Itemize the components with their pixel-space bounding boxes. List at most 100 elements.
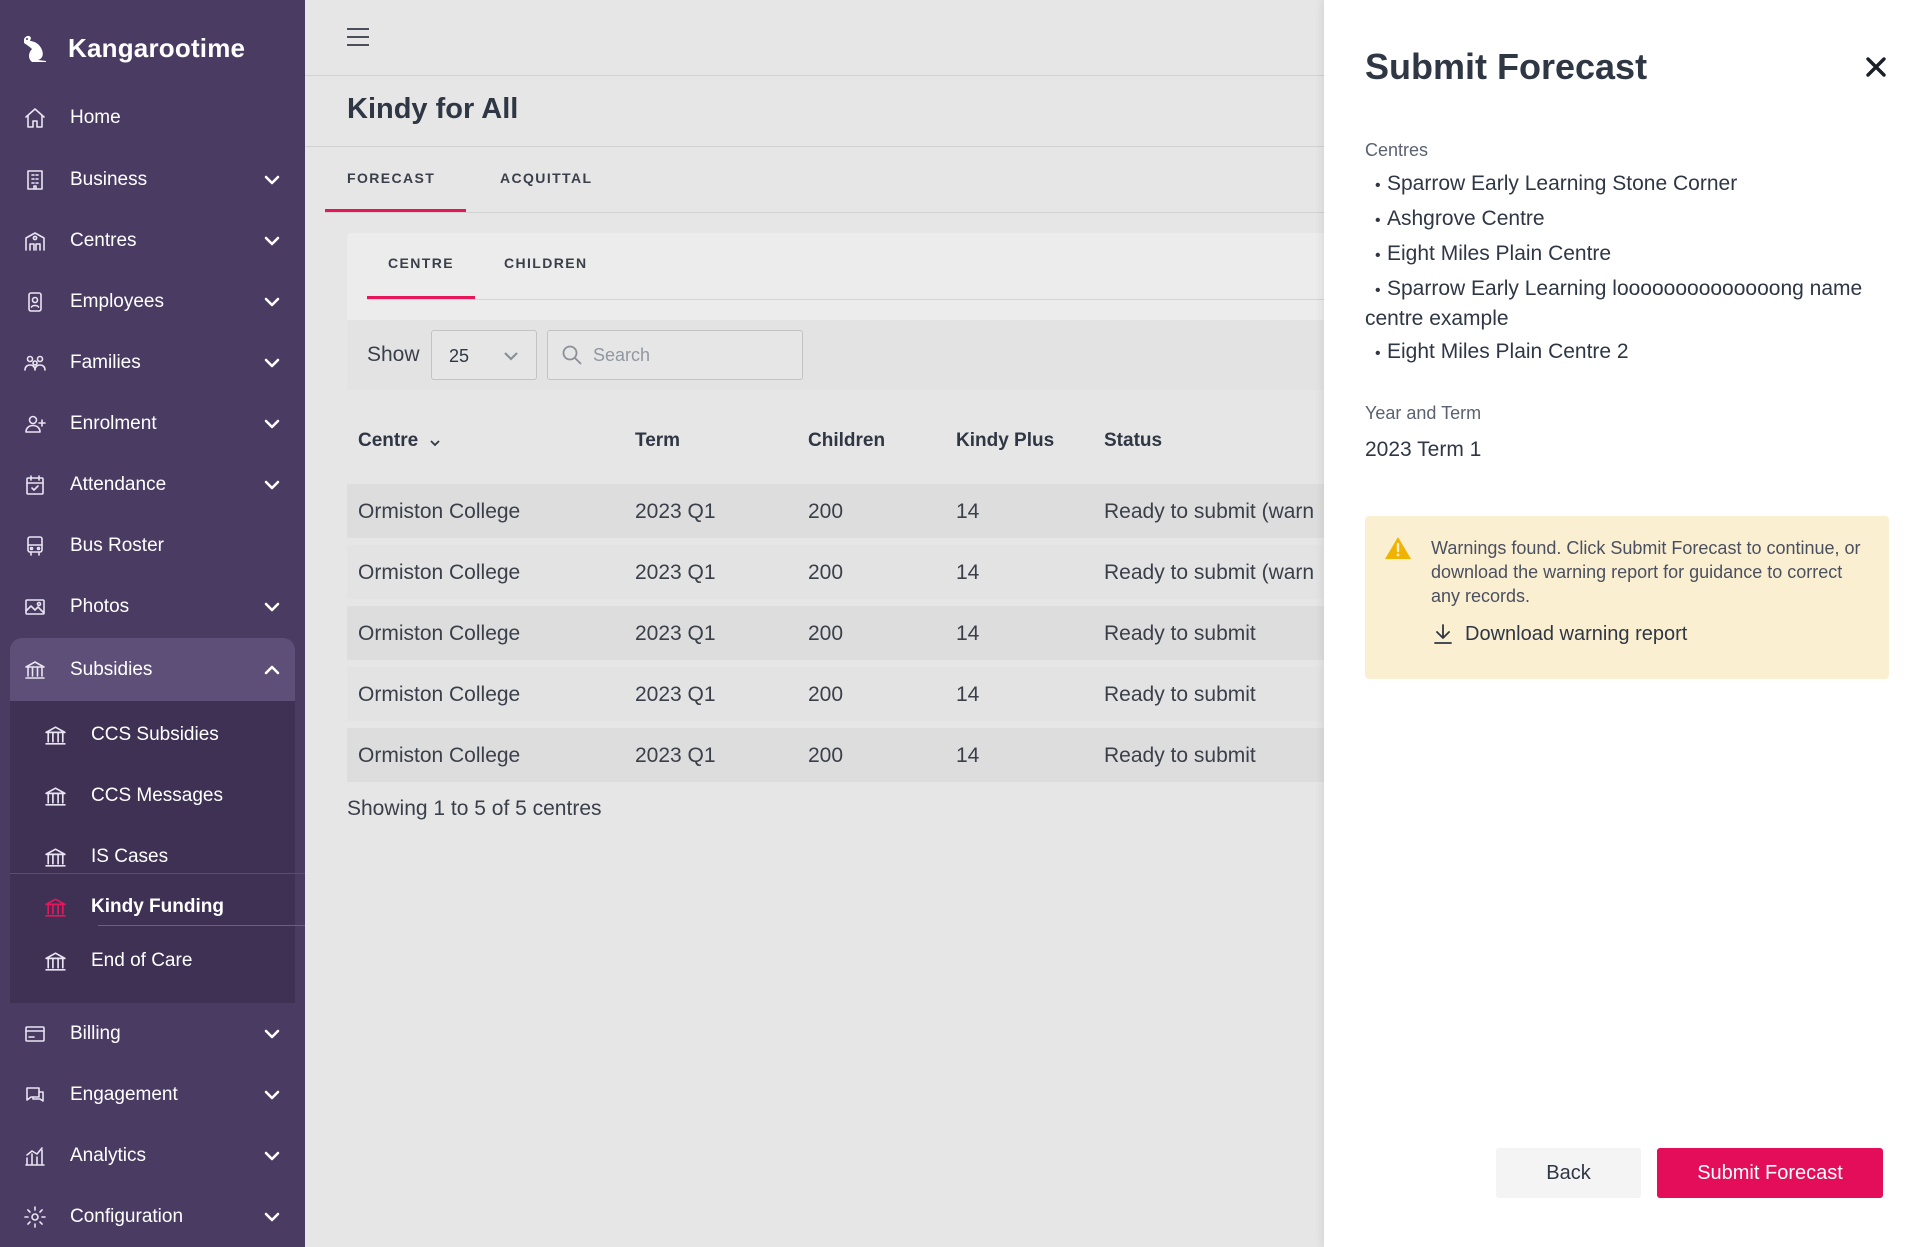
analytics-icon (22, 1143, 48, 1169)
family-icon (22, 350, 48, 376)
term-label: Year and Term (1365, 403, 1482, 423)
sidebar-item-billing[interactable]: Billing (10, 1005, 295, 1063)
submit-forecast-button[interactable]: Submit Forecast (1657, 1148, 1883, 1198)
submenu-item-label: Kindy Funding (91, 896, 224, 917)
tab-forecast[interactable]: FORECAST (325, 160, 466, 212)
submenu-item-ccs-subsidies[interactable]: CCS Subsidies (10, 707, 295, 763)
cell-term: 2023 Q1 (635, 500, 716, 523)
search-field[interactable] (547, 330, 803, 380)
drawer-title: Submit Forecast (1365, 46, 1648, 87)
centres-list: • Sparrow Early Learning Stone Corner • As… (1365, 170, 1900, 373)
bank-icon (22, 657, 48, 683)
sidebar-item-families[interactable]: Families (10, 334, 295, 392)
submenu-item-kindy-funding[interactable]: Kindy Funding (10, 879, 295, 935)
chevron-down-icon (261, 1023, 283, 1045)
column-header-term[interactable]: Term (635, 430, 680, 452)
brand[interactable]: Kangarootime (18, 28, 245, 68)
tab-children[interactable]: CHILDREN (483, 233, 609, 299)
image-icon (22, 594, 48, 620)
chevron-down-icon (261, 413, 283, 435)
cell-kindy-plus: 14 (956, 500, 980, 523)
sidebar-item-subsidies[interactable]: Subsidies (10, 638, 295, 701)
cell-kindy-plus: 14 (956, 744, 980, 767)
tab-acquittal[interactable]: ACQUITTAL (478, 160, 614, 212)
sidebar-item-engagement[interactable]: Engagement (10, 1066, 295, 1124)
close-icon[interactable] (1864, 55, 1888, 79)
sidebar-item-photos[interactable]: Photos (10, 578, 295, 636)
chevron-up-icon (261, 659, 283, 681)
download-warning-report-link[interactable]: Download warning report (1431, 620, 1687, 648)
cell-term: 2023 Q1 (635, 622, 716, 645)
cell-status: Ready to submit (1104, 683, 1256, 706)
sidebar-item-configuration[interactable]: Configuration (10, 1188, 295, 1246)
hamburger-menu-icon[interactable] (347, 28, 369, 48)
cell-term: 2023 Q1 (635, 561, 716, 584)
warning-text: Warnings found. Click Submit Forecast to… (1431, 538, 1861, 606)
sidebar-item-label: Home (70, 107, 121, 128)
cell-term: 2023 Q1 (635, 744, 716, 767)
centre-name: Eight Miles Plain Centre (1387, 242, 1612, 265)
show-label: Show (367, 343, 420, 366)
cell-kindy-plus: 14 (956, 622, 980, 645)
bank-icon (43, 844, 69, 870)
sidebar-item-label: Families (70, 352, 141, 373)
warning-banner: Warnings found. Click Submit Forecast to… (1365, 516, 1889, 679)
cell-term: 2023 Q1 (635, 683, 716, 706)
credit-card-icon (22, 1021, 48, 1047)
list-item: • Eight Miles Plain Centre (1375, 242, 1612, 265)
list-item: • Eight Miles Plain Centre 2 (1375, 340, 1629, 363)
cell-centre: Ormiston College (358, 683, 521, 706)
bus-icon (22, 533, 48, 559)
column-header-label: Centre (358, 430, 419, 451)
sidebar-item-attendance[interactable]: Attendance (10, 456, 295, 514)
sidebar-item-business[interactable]: Business (10, 151, 295, 209)
cell-children: 200 (808, 744, 844, 767)
submenu-item-is-cases[interactable]: IS Cases (10, 829, 295, 885)
sidebar-item-label: Analytics (70, 1145, 147, 1166)
chat-icon (22, 1082, 48, 1108)
cell-kindy-plus: 14 (956, 561, 980, 584)
sidebar-item-employees[interactable]: Employees (10, 273, 295, 331)
calendar-check-icon (22, 472, 48, 498)
sidebar-item-home[interactable]: Home (10, 89, 295, 147)
submenu-divider (10, 873, 305, 874)
sidebar-item-enrolment[interactable]: Enrolment (10, 395, 295, 453)
sort-chevron-down-icon (428, 434, 442, 448)
cell-centre: Ormiston College (358, 744, 521, 767)
kangaroo-logo-icon (18, 31, 52, 65)
add-user-icon (22, 411, 48, 437)
centre-icon (22, 228, 48, 254)
brand-name: Kangarootime (68, 32, 246, 63)
pagination-summary: Showing 1 to 5 of 5 centres (347, 797, 602, 820)
search-input[interactable] (593, 340, 793, 370)
page-size-select[interactable]: 25 (431, 330, 537, 380)
search-icon (561, 344, 583, 366)
bank-icon (43, 948, 69, 974)
submenu-item-end-of-care[interactable]: End of Care (10, 933, 295, 989)
sidebar-item-analytics[interactable]: Analytics (10, 1127, 295, 1185)
column-header-children[interactable]: Children (808, 430, 885, 452)
home-icon (22, 105, 48, 131)
chevron-down-icon (261, 474, 283, 496)
chevron-down-icon (502, 347, 520, 365)
tab-centre[interactable]: CENTRE (367, 233, 475, 299)
cell-children: 200 (808, 683, 844, 706)
column-header-status[interactable]: Status (1104, 430, 1162, 452)
column-header-kindy-plus[interactable]: Kindy Plus (956, 430, 1054, 452)
cell-status: Ready to submit (warn (1104, 561, 1315, 584)
page-title: Kindy for All (347, 93, 519, 125)
sidebar-item-label: Employees (70, 291, 164, 312)
warning-icon (1384, 535, 1412, 561)
sidebar-item-label: Bus Roster (70, 535, 164, 556)
cell-centre: Ormiston College (358, 500, 521, 523)
centre-name: Sparrow Early Learning loooooooooooooong… (1365, 277, 1863, 330)
column-header-centre[interactable]: Centre (358, 430, 442, 452)
sidebar-item-label: Attendance (70, 474, 167, 495)
back-button[interactable]: Back (1496, 1148, 1641, 1198)
sidebar-item-centres[interactable]: Centres (10, 212, 295, 270)
term-value: 2023 Term 1 (1365, 438, 1482, 461)
sidebar-item-bus-roster[interactable]: Bus Roster (10, 517, 295, 575)
sidebar-item-label: Photos (70, 596, 130, 617)
submenu-item-ccs-messages[interactable]: CCS Messages (10, 768, 295, 824)
sidebar-item-label: Billing (70, 1023, 121, 1044)
